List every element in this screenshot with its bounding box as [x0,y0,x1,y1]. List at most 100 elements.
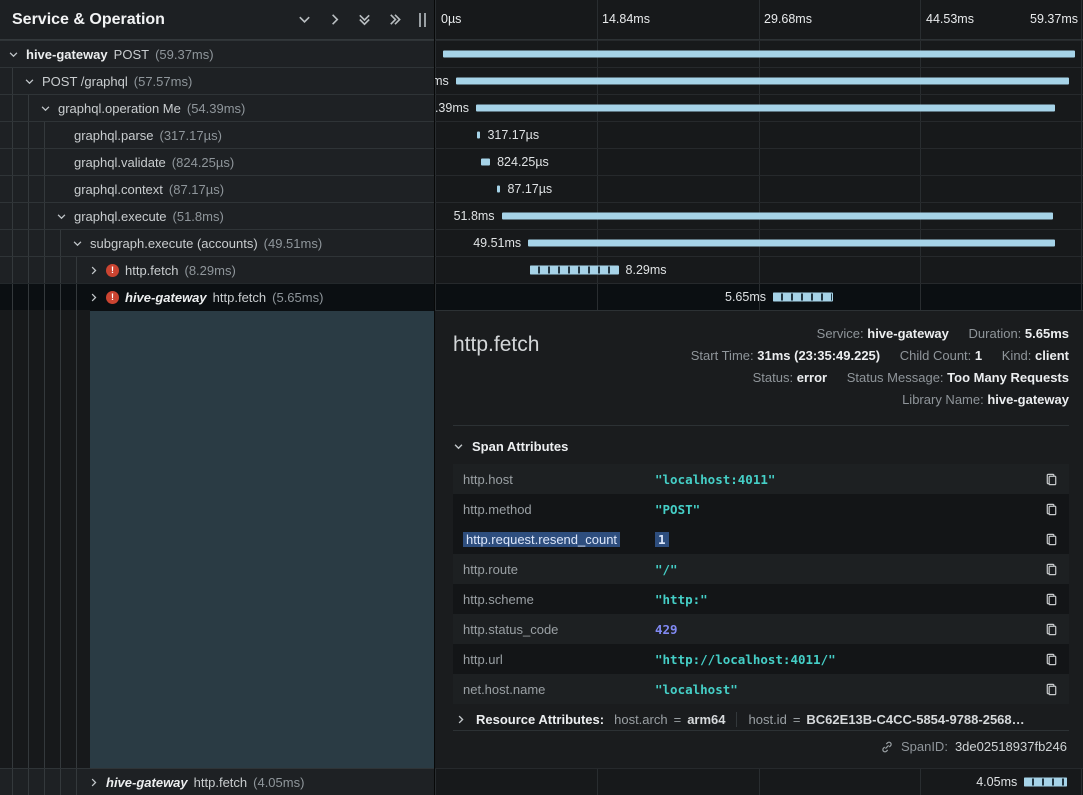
resource-attribute-preview: host.id = BC62E13B-C4CC-5854-9788-2568… [736,712,1025,727]
span-bar[interactable] [530,266,618,275]
duration-value: 5.65ms [1025,326,1069,341]
timeline-panel: 0µs 14.84ms 29.68ms 44.53ms 59.37ms 57.5… [435,0,1083,795]
span-service-name: hive-gateway [26,47,108,62]
span-bar[interactable] [773,293,833,302]
tree-row[interactable]: graphql.validate (824.25µs) [0,148,434,175]
attribute-row: http.route "/" [453,554,1069,584]
tree-row[interactable]: POST /graphql (57.57ms) [0,67,434,94]
link-icon[interactable] [880,740,894,754]
expander-chevron-down-icon[interactable] [70,236,84,250]
tree-row[interactable]: graphql.parse (317.17µs) [0,121,434,148]
attribute-key: net.host.name [463,682,655,697]
span-bar-label: 824.25µs [497,155,549,169]
span-tree: hive-gateway POST (59.37ms) POST /graphq… [0,40,434,795]
expander-chevron-down-icon[interactable] [22,74,36,88]
span-operation-name: graphql.context [74,182,163,197]
span-attributes-section-toggle[interactable]: Span Attributes [453,426,1069,464]
tree-row[interactable]: ! http.fetch (8.29ms) [0,256,434,283]
span-duration-label: (317.17µs) [160,128,222,143]
span-duration-label: (57.57ms) [134,74,193,89]
selected-span-highlight-block [90,310,434,768]
span-bar[interactable] [443,51,1075,58]
expander-chevron-right-icon[interactable] [86,290,100,304]
span-bar[interactable] [481,159,490,166]
resource-attribute-key: host.arch [614,712,667,727]
double-chevron-right-icon[interactable] [387,12,402,27]
span-duration-label: (4.05ms) [253,775,304,790]
span-bar[interactable] [497,186,500,193]
tree-row[interactable]: subgraph.execute (accounts) (49.51ms) [0,229,434,256]
detail-meta-line: Service: hive-gateway Duration: 5.65ms [691,323,1069,345]
span-bar-label: 4.05ms [976,775,1017,789]
span-duration-label: (824.25µs) [172,155,234,170]
double-chevron-down-icon[interactable] [357,12,372,27]
status-message-value: Too Many Requests [947,370,1069,385]
tree-row[interactable]: graphql.operation Me (54.39ms) [0,94,434,121]
span-attributes-section-label: Span Attributes [472,439,568,454]
span-id-value: 3de02518937fb246 [955,739,1067,754]
span-operation-name: graphql.execute [74,209,167,224]
span-bar[interactable] [528,240,1055,247]
resource-attribute-value: arm64 [687,712,725,727]
copy-icon [1044,682,1059,697]
span-bar[interactable] [477,132,480,139]
attribute-key: http.method [463,502,655,517]
attribute-value: "http://localhost:4011/" [655,652,1042,667]
timeline-row: 54.39ms [435,94,1083,121]
tree-row-selected[interactable]: ! hive-gateway http.fetch (5.65ms) [0,283,434,310]
tree-row[interactable]: hive-gateway POST (59.37ms) [0,40,434,67]
attribute-row: http.host "localhost:4011" [453,464,1069,494]
span-bar-label: 317.17µs [487,128,539,142]
attribute-row: http.url "http://localhost:4011/" [453,644,1069,674]
service-label: Service: [817,326,864,341]
expander-chevron-right-icon[interactable] [86,775,100,789]
copy-button[interactable] [1042,530,1061,549]
copy-button[interactable] [1042,680,1061,699]
span-bar[interactable] [1024,778,1067,787]
attribute-key: http.request.resend_count [463,532,655,547]
span-operation-name: graphql.operation Me [58,101,181,116]
copy-button[interactable] [1042,470,1061,489]
copy-button[interactable] [1042,620,1061,639]
attribute-value: 429 [655,622,1042,637]
copy-button[interactable] [1042,500,1061,519]
panel-resize-handle[interactable] [419,13,426,27]
copy-button[interactable] [1042,590,1061,609]
expander-chevron-right-icon[interactable] [86,263,100,277]
tree-row[interactable]: graphql.execute (51.8ms) [0,202,434,229]
tree-row[interactable]: hive-gateway http.fetch (4.05ms) [0,768,434,795]
span-id-row: SpanID: 3de02518937fb246 [453,730,1069,762]
timeline-tick-label: 59.37ms [1030,12,1078,26]
span-service-name: hive-gateway [106,775,188,790]
timeline-tick-label: 0µs [441,12,461,26]
copy-icon [1044,622,1059,637]
resource-attributes-row[interactable]: Resource Attributes: host.arch = arm64 h… [453,704,1069,730]
copy-icon [1044,472,1059,487]
span-bar[interactable] [502,213,1053,220]
child-count-label: Child Count: [900,348,972,363]
timeline-row: 49.51ms [435,229,1083,256]
timeline-row: 824.25µs [435,148,1083,175]
span-duration-label: (8.29ms) [184,263,235,278]
copy-button[interactable] [1042,560,1061,579]
span-detail-panel: http.fetch Service: hive-gateway Duratio… [435,310,1083,768]
timeline-tick-label: 44.53ms [926,12,974,26]
copy-button[interactable] [1042,650,1061,669]
attribute-row-selected: http.request.resend_count 1 [453,524,1069,554]
expander-chevron-down-icon[interactable] [54,209,68,223]
copy-icon [1044,532,1059,547]
attribute-row: http.status_code 429 [453,614,1069,644]
copy-icon [1044,652,1059,667]
timeline-row: 317.17µs [435,121,1083,148]
span-bar[interactable] [476,105,1055,112]
span-bar[interactable] [456,78,1069,85]
tree-row[interactable]: graphql.context (87.17µs) [0,175,434,202]
chevron-right-icon[interactable] [327,12,342,27]
kind-value: client [1035,348,1069,363]
attribute-value: "POST" [655,502,1042,517]
span-bar-label: 51.8ms [454,209,495,223]
status-value: error [797,370,827,385]
chevron-down-icon[interactable] [297,12,312,27]
expander-chevron-down-icon[interactable] [38,101,52,115]
expander-chevron-down-icon[interactable] [6,47,20,61]
